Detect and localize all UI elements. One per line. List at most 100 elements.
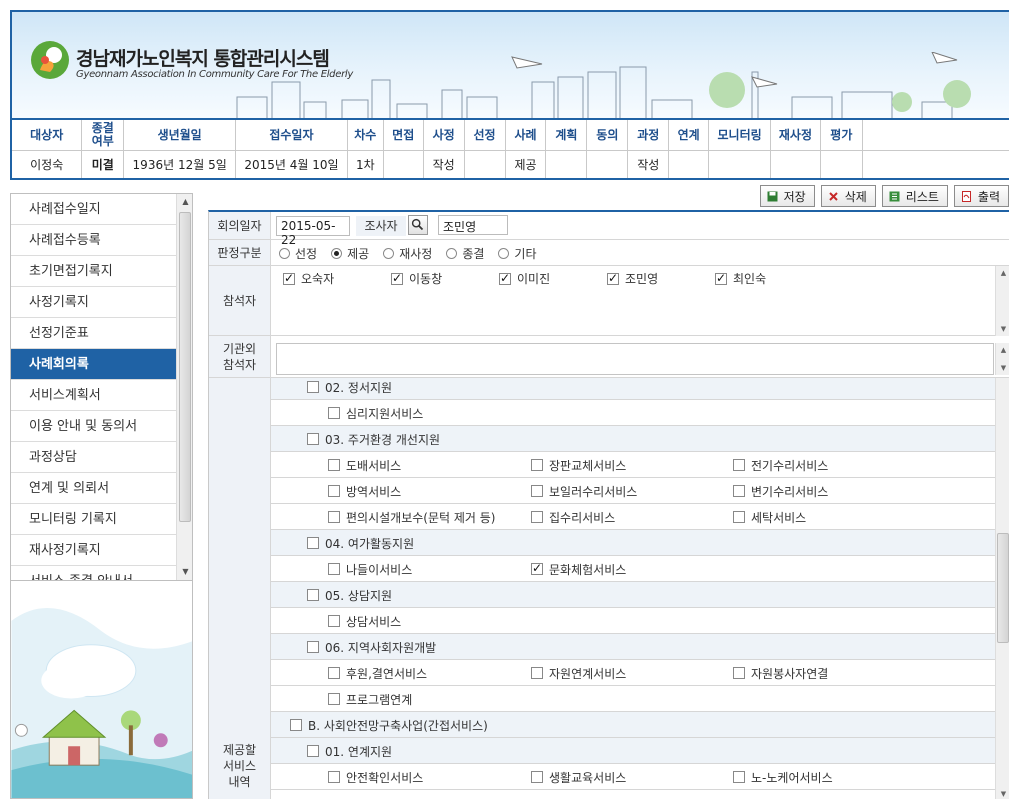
radio-icon <box>446 248 458 259</box>
col-interview: 면접 <box>383 120 424 151</box>
service-checkbox[interactable]: 06. 지역사회자원개발 <box>307 634 436 660</box>
sidebar-item-initial-interview[interactable]: 초기면접기록지 <box>11 256 176 287</box>
val-round: 1차 <box>347 150 384 178</box>
service-checkbox[interactable]: B. 사회안전망구축사업(간접서비스) <box>290 712 488 738</box>
sidebar-item-case-intake-register[interactable]: 사례접수등록 <box>11 225 176 256</box>
service-group-row: 01. 연계지원 <box>271 738 995 764</box>
sidebar-item-usage-consent[interactable]: 이용 안내 및 동의서 <box>11 411 176 442</box>
service-checkbox[interactable]: 편의시설개보수(문턱 제거 등) <box>328 504 495 530</box>
service-checkbox[interactable]: 후원,결연서비스 <box>328 660 427 686</box>
attendee-checkbox[interactable]: 최인숙 <box>715 270 766 287</box>
service-item-row: 프로그램연계 <box>271 686 995 712</box>
sidebar-item-monitoring[interactable]: 모니터링 기록지 <box>11 504 176 535</box>
scroll-thumb[interactable] <box>997 533 1009 643</box>
service-checkbox[interactable]: 상담서비스 <box>328 608 401 634</box>
service-item-row: 도배서비스 장판교체서비스 전기수리서비스 <box>271 452 995 478</box>
service-checkbox[interactable]: 안전확인서비스 <box>328 764 423 790</box>
search-button[interactable] <box>408 215 428 235</box>
service-item-row: 안전확인서비스 생활교육서비스 노-노케어서비스 <box>271 764 995 790</box>
service-checkbox[interactable]: 05. 상담지원 <box>307 582 392 608</box>
service-checkbox[interactable]: 집수리서비스 <box>531 504 615 530</box>
service-checkbox[interactable]: 04. 여가활동지원 <box>307 530 414 556</box>
list-button[interactable]: 리스트 <box>881 185 948 207</box>
col-round: 차수 <box>347 120 384 151</box>
col-process: 과정 <box>627 120 670 151</box>
service-checkbox[interactable]: 변기수리서비스 <box>733 478 828 504</box>
pdf-icon <box>961 190 971 202</box>
col-evaluation: 평가 <box>820 120 863 151</box>
investigator-input[interactable]: 조민영 <box>438 215 508 235</box>
scroll-up-icon[interactable]: ▲ <box>996 266 1009 280</box>
checkbox-icon <box>531 511 543 523</box>
service-checkbox[interactable]: 도배서비스 <box>328 452 401 478</box>
col-consent: 동의 <box>586 120 629 151</box>
attendee-checkbox[interactable]: 이동창 <box>391 270 442 287</box>
sidebar-item-selection-criteria[interactable]: 선정기준표 <box>11 318 176 349</box>
service-checkbox[interactable]: 문화체험서비스 <box>531 556 626 582</box>
scroll-down-icon[interactable]: ▼ <box>177 564 192 580</box>
service-checkbox[interactable]: 나들이서비스 <box>328 556 412 582</box>
service-checkbox[interactable]: 01. 연계지원 <box>307 738 392 764</box>
checkbox-icon <box>328 693 340 705</box>
service-checkbox[interactable]: 보일러수리서비스 <box>531 478 637 504</box>
external-attendees-textarea[interactable] <box>276 343 994 375</box>
checkbox-icon <box>607 271 619 285</box>
decision-option-provide[interactable]: 제공 <box>331 245 369 262</box>
scroll-up-icon[interactable]: ▲ <box>177 194 192 210</box>
scroll-down-icon[interactable]: ▼ <box>996 361 1009 375</box>
col-monitoring: 모니터링 <box>708 120 771 151</box>
sidebar-item-service-plan[interactable]: 서비스계획서 <box>11 380 176 411</box>
meeting-date-input[interactable]: 2015-05-22 <box>276 216 350 247</box>
scroll-up-icon[interactable]: ▲ <box>996 343 1009 357</box>
textarea-scrollbar[interactable]: ▲ ▼ <box>995 343 1009 375</box>
service-checkbox[interactable]: 방역서비스 <box>328 478 401 504</box>
sidebar-item-case-intake-log[interactable]: 사례접수일지 <box>11 194 176 225</box>
print-button[interactable]: 출력 <box>953 185 1009 207</box>
val-case: 제공 <box>505 150 547 178</box>
sidebar-item-referral[interactable]: 연계 및 의뢰서 <box>11 473 176 504</box>
decision-option-other[interactable]: 기타 <box>498 245 537 262</box>
delete-button[interactable]: 삭제 <box>820 185 876 207</box>
service-item-row: 방역서비스 보일러수리서비스 변기수리서비스 <box>271 478 995 504</box>
decision-option-close[interactable]: 종결 <box>446 245 484 262</box>
service-checkbox[interactable]: 자원연계서비스 <box>531 660 626 686</box>
scroll-down-icon[interactable]: ▼ <box>996 787 1009 799</box>
decision-option-selected[interactable]: 선정 <box>279 245 317 262</box>
attendees-scrollbar[interactable]: ▲ ▼ <box>995 266 1009 336</box>
scroll-thumb[interactable] <box>179 212 191 522</box>
save-button[interactable]: 저장 <box>759 185 815 207</box>
sidebar-item-reassessment[interactable]: 재사정기록지 <box>11 535 176 566</box>
service-checkbox[interactable]: 03. 주거환경 개선지원 <box>307 426 440 452</box>
services-scrollbar[interactable]: ▼ <box>995 378 1009 799</box>
attendee-checkbox[interactable]: 이미진 <box>499 270 550 287</box>
col-link: 연계 <box>668 120 710 151</box>
sidebar-item-assessment[interactable]: 사정기록지 <box>11 287 176 318</box>
attendee-checkbox[interactable]: 오숙자 <box>283 270 334 287</box>
checkbox-icon <box>307 641 319 653</box>
service-checkbox[interactable]: 노-노케어서비스 <box>733 764 833 790</box>
sidebar-item-process-counseling[interactable]: 과정상담 <box>11 442 176 473</box>
val-plan <box>545 150 588 178</box>
service-checkbox[interactable]: 자원봉사자연결 <box>733 660 828 686</box>
service-checkbox[interactable]: 생활교육서비스 <box>531 764 626 790</box>
checkbox-icon <box>328 485 340 497</box>
checkbox-icon <box>307 745 319 757</box>
decision-option-reassess[interactable]: 재사정 <box>383 245 432 262</box>
header: 경남재가노인복지 통합관리시스템 Gyeonnam Association In… <box>10 10 1009 180</box>
service-checkbox[interactable]: 02. 정서지원 <box>307 378 392 400</box>
col-reassessment: 재사정 <box>770 120 821 151</box>
checkbox-icon <box>328 667 340 679</box>
sidebar-scrollbar[interactable]: ▲ ▼ <box>176 194 192 580</box>
sidebar-item-case-meeting[interactable]: 사례회의록 <box>11 349 176 380</box>
scroll-down-icon[interactable]: ▼ <box>996 322 1009 336</box>
service-checkbox[interactable]: 전기수리서비스 <box>733 452 828 478</box>
sidebar-item-service-end[interactable]: 서비스 종결 안내서 <box>11 566 176 580</box>
service-checkbox[interactable]: 세탁서비스 <box>733 504 806 530</box>
service-checkbox[interactable]: 심리지원서비스 <box>328 400 423 426</box>
attendee-checkbox[interactable]: 조민영 <box>607 270 658 287</box>
service-checkbox[interactable]: 장판교체서비스 <box>531 452 626 478</box>
service-checkbox[interactable]: 프로그램연계 <box>328 686 412 712</box>
investigator-label: 조사자 <box>356 216 406 236</box>
checkbox-icon <box>391 271 403 285</box>
radio-icon <box>383 248 395 259</box>
